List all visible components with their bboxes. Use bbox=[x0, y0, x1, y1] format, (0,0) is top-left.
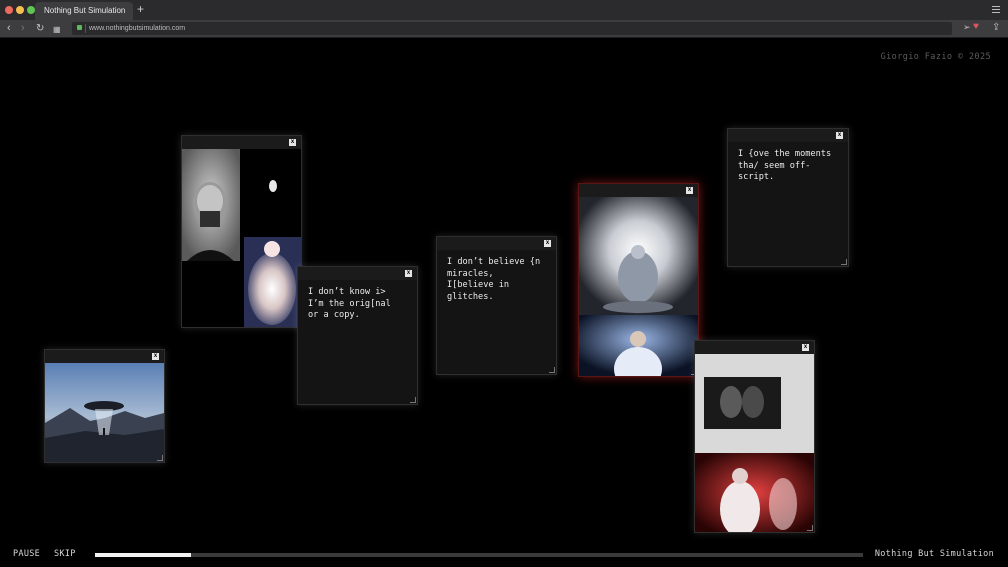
resize-handle[interactable] bbox=[549, 367, 555, 373]
window-titlebar[interactable]: x bbox=[695, 341, 814, 354]
close-icon[interactable]: x bbox=[152, 353, 159, 360]
close-icon[interactable]: x bbox=[836, 132, 843, 139]
browser-tab[interactable]: Nothing But Simulation bbox=[35, 2, 133, 20]
reload-icon[interactable]: ↻ bbox=[36, 22, 44, 35]
address-divider bbox=[85, 24, 86, 33]
red-room-collage-image bbox=[695, 354, 814, 537]
footer-title: Nothing But Simulation bbox=[874, 549, 994, 559]
image-window-chrome-figure[interactable]: x bbox=[578, 183, 699, 391]
ufo-landscape-image bbox=[45, 363, 164, 462]
window-titlebar[interactable]: x bbox=[579, 184, 698, 197]
window-titlebar[interactable]: x bbox=[298, 267, 417, 280]
window-titlebar[interactable]: x bbox=[728, 129, 848, 142]
close-window-button[interactable] bbox=[5, 6, 13, 14]
back-icon[interactable]: ‹ bbox=[7, 22, 11, 35]
image-window-landscape[interactable]: x bbox=[44, 349, 165, 463]
forward-icon[interactable]: › bbox=[21, 22, 25, 35]
window-titlebar[interactable]: x bbox=[437, 237, 556, 250]
progress-fill bbox=[95, 553, 191, 557]
close-icon[interactable]: x bbox=[289, 139, 296, 146]
pause-button[interactable]: PAUSE bbox=[13, 549, 40, 559]
quote-window-3[interactable]: x I {ove the moments tha/ seem off- scri… bbox=[727, 128, 849, 267]
close-icon[interactable]: x bbox=[686, 187, 693, 194]
maximize-window-button[interactable] bbox=[27, 6, 35, 14]
quote-text: I don’t believe {n miracles, I[believe i… bbox=[447, 257, 541, 302]
close-icon[interactable]: x bbox=[405, 270, 412, 277]
heart-icon[interactable]: ♥ bbox=[973, 21, 979, 32]
tab-menu-icon[interactable] bbox=[992, 6, 1000, 13]
image-window-red-room[interactable]: x bbox=[694, 340, 815, 537]
close-icon[interactable]: x bbox=[544, 240, 551, 247]
portrait-collage-image bbox=[182, 149, 301, 327]
minimize-window-button[interactable] bbox=[16, 6, 24, 14]
resize-handle[interactable] bbox=[410, 397, 416, 403]
skip-button[interactable]: SKIP bbox=[54, 549, 76, 559]
new-tab-button[interactable]: + bbox=[137, 3, 144, 16]
browser-toolbar: ‹ › ↻ ▦ www.nothingbutsimulation.com bbox=[0, 20, 1008, 38]
window-titlebar[interactable]: x bbox=[182, 136, 301, 149]
quote-text: I don’t know i> I’m the orig[nal or a co… bbox=[308, 287, 391, 320]
url-text: www.nothingbutsimulation.com bbox=[89, 25, 186, 32]
send-icon[interactable]: ➢ bbox=[963, 22, 971, 33]
resize-handle[interactable] bbox=[157, 455, 163, 461]
image-window-portrait[interactable]: x bbox=[181, 135, 302, 328]
quote-text: I {ove the moments tha/ seem off- script… bbox=[738, 149, 832, 182]
lock-icon bbox=[77, 25, 82, 30]
quote-window-1[interactable]: x I don’t know i> I’m the orig[nal or a … bbox=[297, 266, 418, 405]
credit-text: Giorgio Fazio © 2025 bbox=[880, 52, 991, 62]
window-titlebar[interactable]: x bbox=[45, 350, 164, 363]
close-icon[interactable]: x bbox=[802, 344, 809, 351]
browser-tab-strip: Nothing But Simulation + bbox=[0, 0, 1008, 20]
progress-bar[interactable] bbox=[95, 553, 863, 557]
grid-icon[interactable]: ▦ bbox=[53, 23, 61, 36]
address-bar[interactable]: www.nothingbutsimulation.com bbox=[72, 22, 952, 35]
share-icon[interactable]: ⇪ bbox=[992, 22, 1000, 33]
resize-handle[interactable] bbox=[841, 259, 847, 265]
quote-window-2[interactable]: x I don’t believe {n miracles, I[believe… bbox=[436, 236, 557, 375]
resize-handle[interactable] bbox=[807, 525, 813, 531]
chrome-figure-image bbox=[579, 197, 698, 391]
